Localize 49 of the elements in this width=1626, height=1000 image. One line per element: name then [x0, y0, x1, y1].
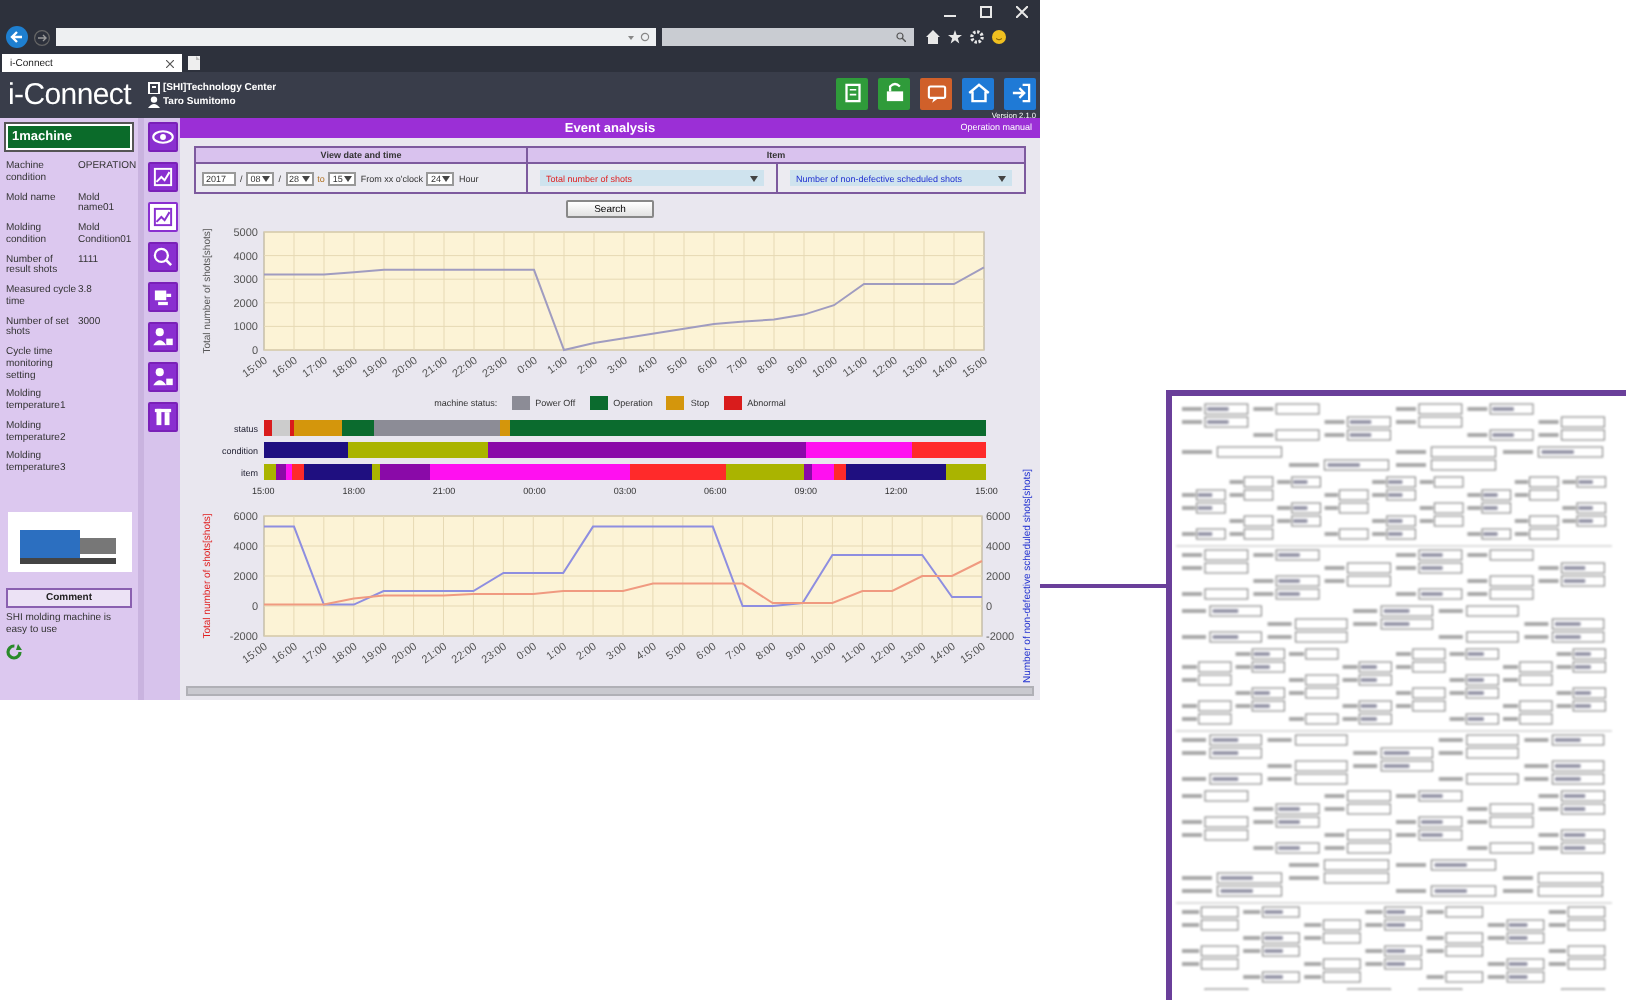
nav-button[interactable] — [147, 122, 177, 152]
search-icon — [896, 32, 906, 42]
nav-button[interactable] — [147, 162, 177, 192]
scrollbar[interactable] — [186, 686, 1034, 696]
exit-icon — [1007, 80, 1033, 106]
caret-icon — [344, 175, 353, 181]
user-icon — [147, 96, 159, 108]
caret-icon — [442, 175, 451, 181]
settings-icon[interactable] — [970, 30, 984, 44]
chart-icon — [149, 204, 175, 230]
close-icon[interactable] — [166, 59, 174, 67]
person-icon — [149, 324, 175, 350]
lock-icon — [881, 80, 907, 106]
refresh-icon[interactable] — [6, 643, 22, 660]
nav-button[interactable] — [147, 402, 177, 432]
refresh-icon[interactable] — [640, 32, 650, 42]
nav-button[interactable] — [147, 362, 177, 392]
chart-icon — [149, 164, 175, 190]
caret-icon — [262, 175, 271, 181]
header-button[interactable] — [878, 77, 910, 109]
back-button[interactable] — [6, 26, 28, 48]
nav-button[interactable] — [147, 242, 177, 272]
smiley-icon[interactable] — [992, 30, 1006, 44]
tools-icon — [149, 404, 175, 430]
header-button[interactable] — [836, 77, 868, 109]
search-field[interactable] — [662, 28, 914, 46]
search-icon — [149, 244, 175, 270]
app-logo: i-Connect — [8, 78, 131, 112]
home-icon — [965, 80, 991, 106]
machine-photo-placeholder — [7, 511, 131, 572]
maximize-icon[interactable] — [980, 6, 992, 18]
document-icon — [839, 80, 865, 106]
forward-button[interactable] — [34, 29, 50, 45]
caret-icon — [628, 35, 634, 39]
nav-button[interactable] — [147, 202, 177, 232]
header-button[interactable] — [962, 77, 994, 109]
header-button[interactable] — [1004, 77, 1036, 109]
home-icon[interactable] — [926, 30, 940, 44]
header-button[interactable] — [920, 77, 952, 109]
nav-button[interactable] — [147, 322, 177, 352]
chat-icon — [923, 80, 949, 106]
caret-icon — [750, 175, 758, 181]
caret-icon — [998, 175, 1006, 181]
nav-button[interactable] — [147, 282, 177, 312]
caret-icon — [301, 175, 310, 181]
star-icon[interactable] — [948, 30, 962, 44]
eye-icon — [149, 124, 175, 150]
person-icon — [149, 364, 175, 390]
address-field[interactable] — [56, 28, 656, 46]
